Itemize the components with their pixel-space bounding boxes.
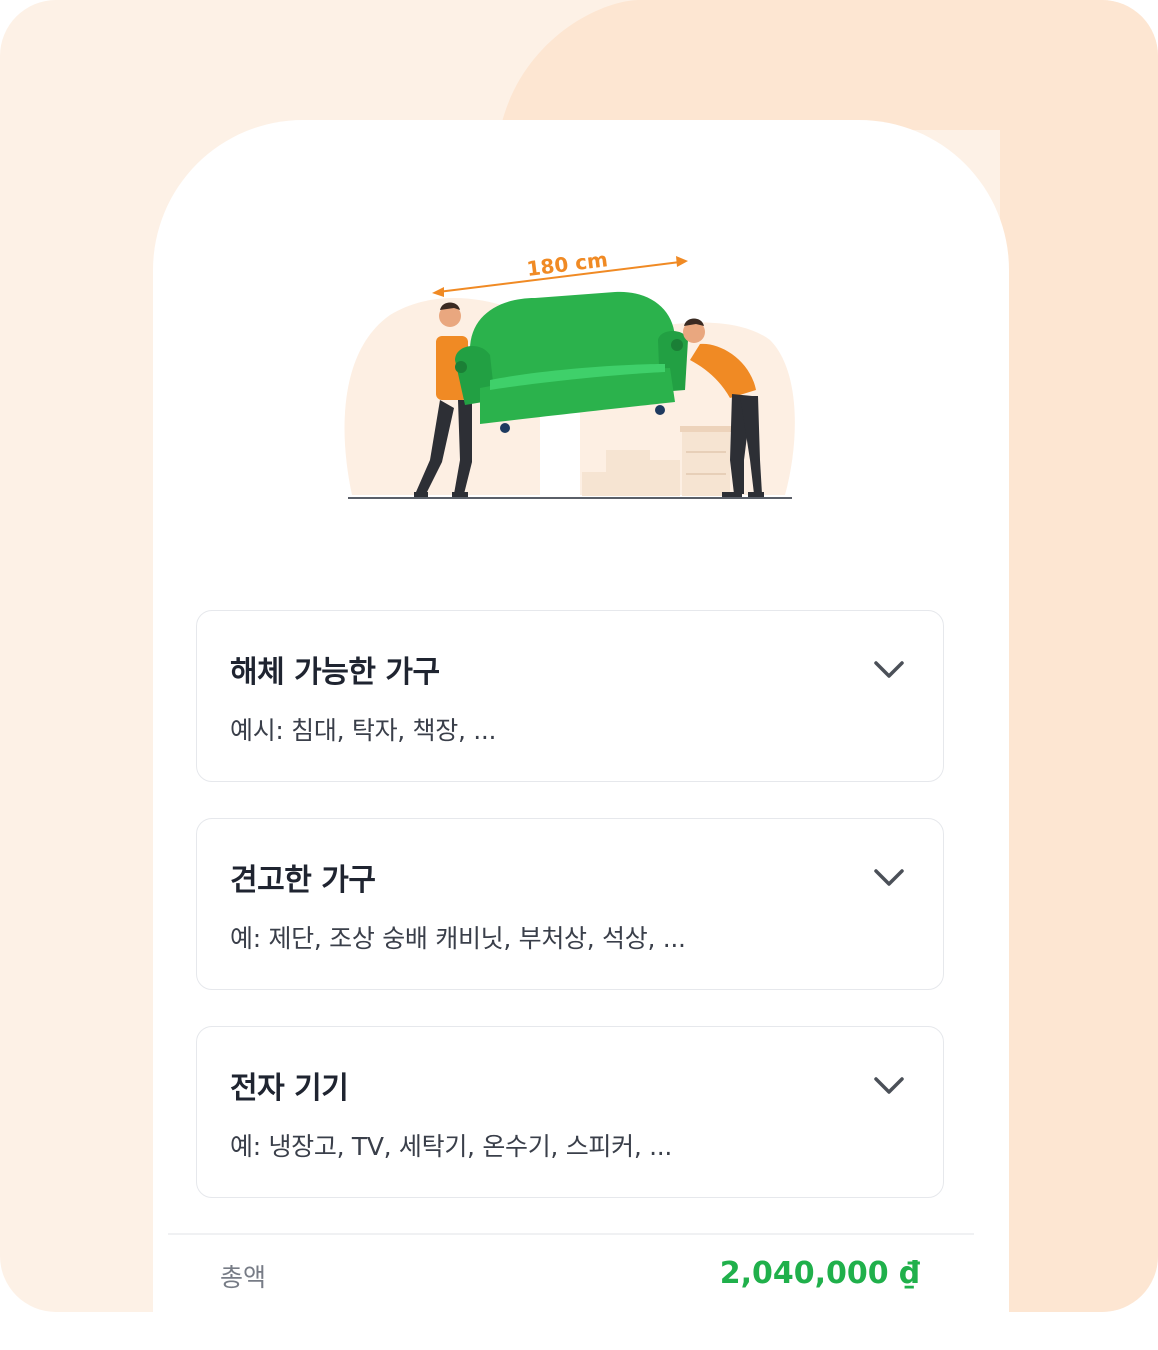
category-description: 예: 제단, 조상 숭배 캐비닛, 부처상, 석상, ... (230, 924, 686, 953)
category-card-electronics[interactable]: 전자 기기 예: 냉장고, TV, 세탁기, 온수기, 스피커, ... (196, 1026, 944, 1198)
movers-sofa-illustration: 180 cm (344, 247, 795, 499)
footer-divider (168, 1233, 974, 1235)
total-label: 총액 (220, 1263, 267, 1292)
category-card-dismantlable[interactable]: 해체 가능한 가구 예시: 침대, 탁자, 책장, ... (196, 610, 944, 782)
category-title: 해체 가능한 가구 (230, 655, 440, 690)
chevron-down-icon[interactable] (871, 863, 907, 891)
category-description: 예시: 침대, 탁자, 책장, ... (230, 716, 497, 745)
category-card-sturdy[interactable]: 견고한 가구 예: 제단, 조상 숭배 캐비닛, 부처상, 석상, ... (196, 818, 944, 990)
dimension-label: 180 cm (525, 247, 609, 281)
total-value: 2,040,000 ₫ (719, 1256, 920, 1291)
chevron-down-icon[interactable] (871, 655, 907, 683)
category-description: 예: 냉장고, TV, 세탁기, 온수기, 스피커, ... (230, 1132, 673, 1161)
category-title: 견고한 가구 (230, 863, 376, 898)
category-title: 전자 기기 (230, 1071, 349, 1106)
chevron-down-icon[interactable] (871, 1071, 907, 1099)
